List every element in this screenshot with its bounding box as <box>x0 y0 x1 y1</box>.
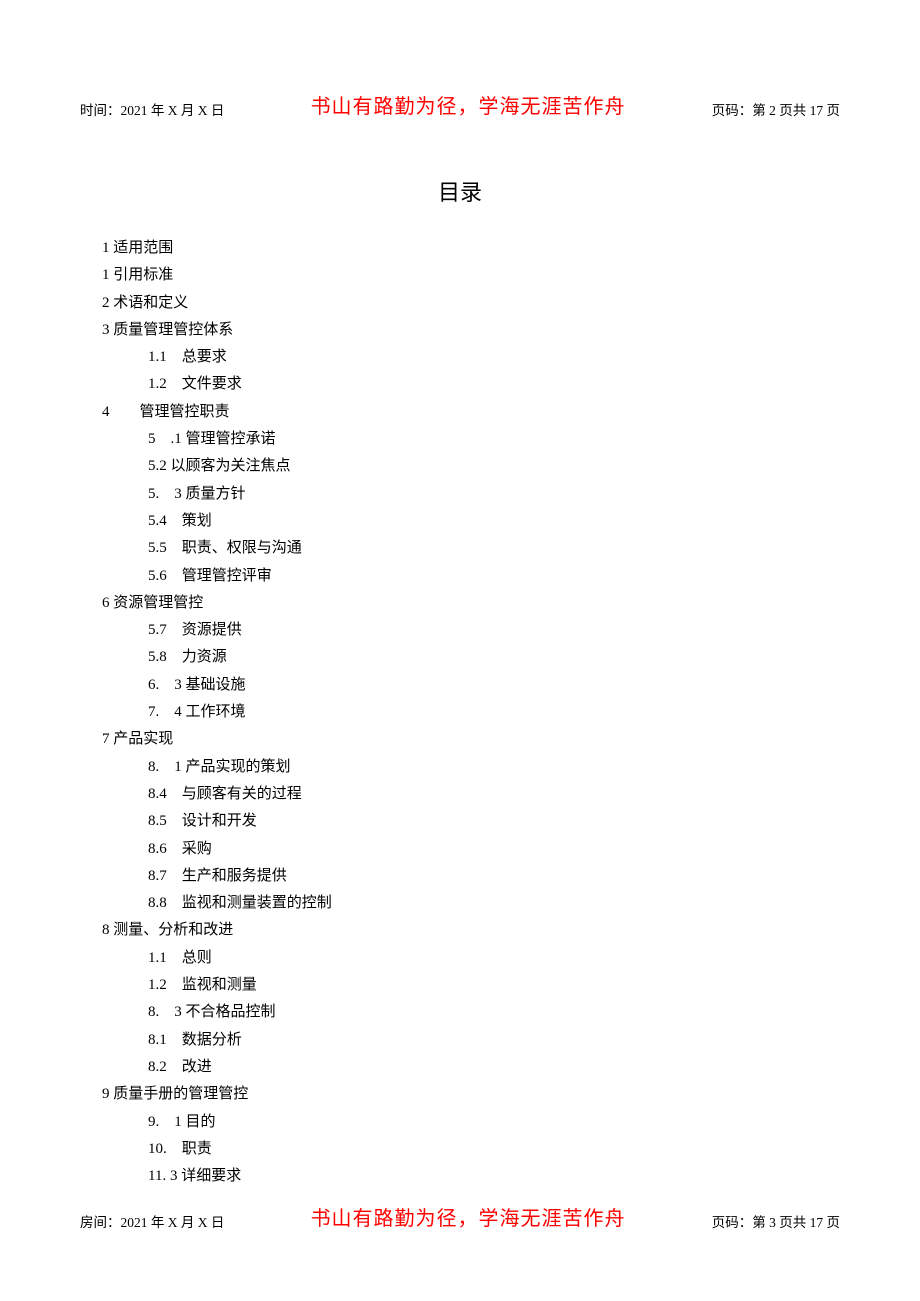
toc-entry: 1.2 文件要求 <box>148 371 840 398</box>
toc-entry: 1 适用范围 <box>102 235 840 262</box>
footer-motto: 书山有路勤为径，学海无涯苦作舟 <box>311 1202 626 1231</box>
toc-entry: 5 .1 管理管控承诺 <box>148 426 840 453</box>
toc-entry: 10. 职责 <box>148 1136 840 1163</box>
page-footer: 房间：2021 年 X 月 X 日 书山有路勤为径，学海无涯苦作舟 页码：第 3… <box>80 1202 840 1231</box>
toc-entry: 5.6 管理管控评审 <box>148 563 840 590</box>
header-motto: 书山有路勤为径，学海无涯苦作舟 <box>311 90 626 119</box>
footer-time: 房间：2021 年 X 月 X 日 <box>80 1211 224 1231</box>
toc-entry: 8.8 监视和测量装置的控制 <box>148 890 840 917</box>
toc-entry: 8.1 数据分析 <box>148 1027 840 1054</box>
toc-entry: 5. 3 质量方针 <box>148 481 840 508</box>
toc-entry: 5.4 策划 <box>148 508 840 535</box>
header-page-number: 页码：第 2 页共 17 页 <box>712 99 840 119</box>
toc-entry: 8.6 采购 <box>148 836 840 863</box>
toc-entry: 5.2 以顾客为关注焦点 <box>148 453 840 480</box>
toc-entry: 3 质量管理管控体系 <box>102 317 840 344</box>
toc-entry: 1.1 总则 <box>148 945 840 972</box>
toc-entry: 9 质量手册的管理管控 <box>102 1081 840 1108</box>
toc-entry: 8.4 与顾客有关的过程 <box>148 781 840 808</box>
toc-entry: 4 管理管控职责 <box>102 399 840 426</box>
footer-page-number: 页码：第 3 页共 17 页 <box>712 1211 840 1231</box>
toc-entry: 6. 3 基础设施 <box>148 672 840 699</box>
toc-entry: 7. 4 工作环境 <box>148 699 840 726</box>
header-time: 时间：2021 年 X 月 X 日 <box>80 99 224 119</box>
toc-entry: 6 资源管理管控 <box>102 590 840 617</box>
toc-entry: 7 产品实现 <box>102 726 840 753</box>
table-of-contents: 1 适用范围1 引用标准2 术语和定义3 质量管理管控体系1.1 总要求1.2 … <box>80 235 840 1190</box>
toc-entry: 5.7 资源提供 <box>148 617 840 644</box>
toc-entry: 8.7 生产和服务提供 <box>148 863 840 890</box>
toc-entry: 11. 3 详细要求 <box>148 1163 840 1190</box>
toc-entry: 1.1 总要求 <box>148 344 840 371</box>
toc-entry: 8. 3 不合格品控制 <box>148 999 840 1026</box>
toc-entry: 9. 1 目的 <box>148 1109 840 1136</box>
toc-entry: 5.8 力资源 <box>148 644 840 671</box>
toc-entry: 8.2 改进 <box>148 1054 840 1081</box>
toc-entry: 8.5 设计和开发 <box>148 808 840 835</box>
document-page: 时间：2021 年 X 月 X 日 书山有路勤为径，学海无涯苦作舟 页码：第 2… <box>0 0 920 1291</box>
document-title: 目录 <box>80 175 840 207</box>
toc-entry: 2 术语和定义 <box>102 290 840 317</box>
toc-entry: 1 引用标准 <box>102 262 840 289</box>
toc-entry: 1.2 监视和测量 <box>148 972 840 999</box>
toc-entry: 8. 1 产品实现的策划 <box>148 754 840 781</box>
page-header: 时间：2021 年 X 月 X 日 书山有路勤为径，学海无涯苦作舟 页码：第 2… <box>80 90 840 119</box>
toc-entry: 8 测量、分析和改进 <box>102 917 840 944</box>
toc-entry: 5.5 职责、权限与沟通 <box>148 535 840 562</box>
